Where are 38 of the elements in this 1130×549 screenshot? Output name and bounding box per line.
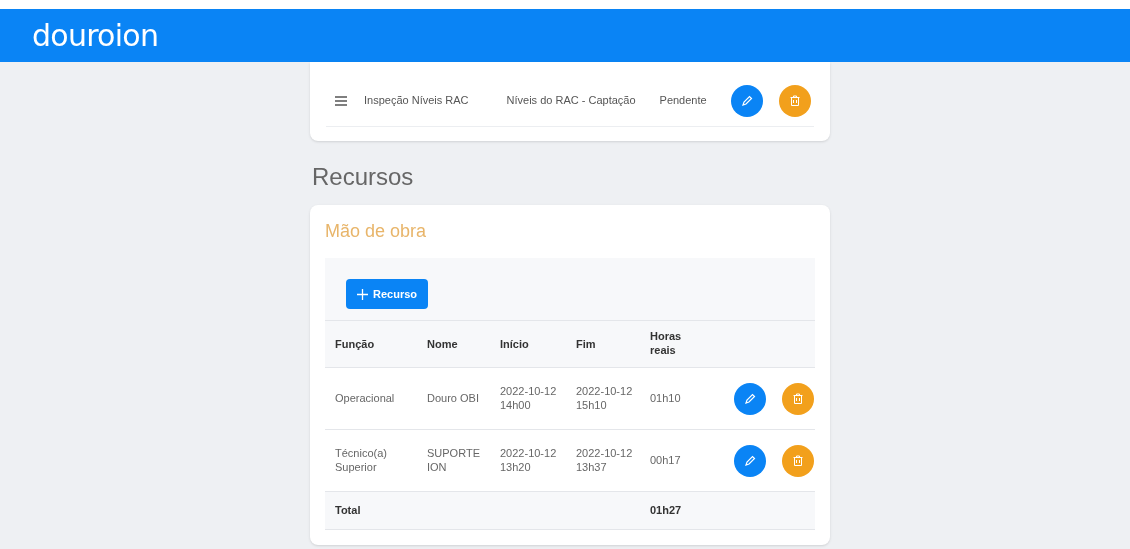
table-cell-text: SUPORTE ION [427,445,481,474]
pencil-icon [740,94,753,107]
column-header: Fim [576,336,597,351]
column-header: Horas reais [650,329,683,358]
column-header: Função [335,336,375,351]
edit-button[interactable] [730,84,763,117]
table-cell-text: 2022-10-12 13h37 [576,445,634,474]
delete-button[interactable] [782,444,814,477]
table-cell-text: 2022-10-12 13h20 [500,445,558,474]
logo[interactable]: douroion [32,20,159,51]
total-value: 01h27 [650,503,682,519]
table-cell-text: 00h17 [650,453,682,468]
delete-button[interactable] [778,84,811,117]
table-cell-text: Operacional [335,391,396,406]
trash-icon [789,95,800,106]
trash-icon [793,393,803,404]
table-cell-text: 2022-10-12 14h00 [500,383,558,412]
delete-button[interactable] [782,382,814,415]
table-cell-text: 01h10 [650,391,682,406]
table-cell-text: Técnico(a) Superior [335,445,388,474]
trash-icon [793,455,803,466]
task-name: Inspeção Níveis RAC [364,93,469,109]
menu-icon[interactable] [335,95,347,106]
table-cell-text: Douro OBI [427,391,480,406]
total-label: Total [335,504,361,517]
plus-icon [357,288,368,300]
column-header: Nome [427,336,459,351]
task-description: Níveis do RAC - Captação [506,93,636,109]
task-status: Pendente [659,93,707,109]
pencil-icon [744,454,756,467]
add-resource-button[interactable]: Recurso [346,279,428,309]
edit-button[interactable] [734,444,766,477]
column-header: Início [500,336,530,351]
edit-button[interactable] [734,382,766,415]
section-title: Recursos [312,162,415,192]
card-title: Mão de obra [325,220,428,243]
pencil-icon [744,392,756,405]
table-cell-text: 2022-10-12 15h10 [576,383,634,412]
